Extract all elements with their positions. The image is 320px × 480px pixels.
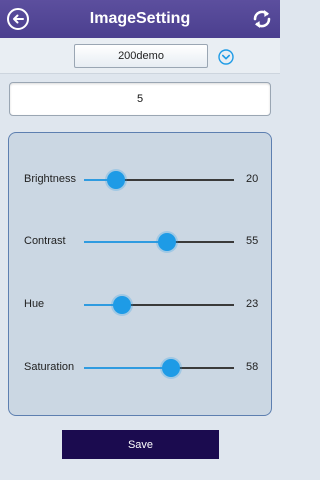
saturation-slider-thumb[interactable]	[162, 359, 180, 377]
saturation-value: 58	[246, 361, 259, 373]
value-input[interactable]: 5	[9, 82, 271, 116]
contrast-slider[interactable]	[84, 233, 234, 251]
hue-value: 23	[246, 298, 259, 310]
adjustment-panel: Brightness 20 Contrast 55 Hue 23 Saturat…	[8, 132, 272, 416]
save-button[interactable]: Save	[62, 430, 219, 459]
contrast-value: 55	[246, 235, 259, 247]
hue-slider-thumb[interactable]	[113, 296, 131, 314]
brightness-slider-thumb[interactable]	[107, 171, 125, 189]
brightness-slider[interactable]	[84, 171, 234, 189]
dropdown-button[interactable]	[218, 49, 234, 65]
device-selector-row: 200demo	[0, 38, 280, 74]
contrast-slider-fill	[84, 241, 167, 243]
app-header: ImageSetting	[0, 0, 280, 38]
hue-slider-row: Hue 23	[9, 290, 273, 320]
device-select[interactable]: 200demo	[74, 44, 208, 68]
hue-label: Hue	[24, 298, 45, 310]
contrast-label: Contrast	[24, 235, 66, 247]
brightness-slider-row: Brightness 20	[9, 165, 273, 195]
contrast-slider-thumb[interactable]	[158, 233, 176, 251]
back-arrow-icon	[7, 8, 29, 30]
refresh-icon	[253, 10, 271, 28]
contrast-slider-row: Contrast 55	[9, 227, 273, 257]
saturation-slider-fill	[84, 367, 171, 369]
saturation-label: Saturation	[24, 361, 75, 373]
chevron-down-icon	[218, 49, 234, 65]
brightness-value: 20	[246, 173, 259, 185]
back-button[interactable]	[6, 7, 30, 31]
hue-slider[interactable]	[84, 296, 234, 314]
refresh-button[interactable]	[250, 7, 274, 31]
saturation-slider-row: Saturation 58	[9, 353, 273, 383]
saturation-slider[interactable]	[84, 359, 234, 377]
page-title: ImageSetting	[89, 10, 191, 27]
brightness-label: Brightness	[24, 173, 76, 185]
